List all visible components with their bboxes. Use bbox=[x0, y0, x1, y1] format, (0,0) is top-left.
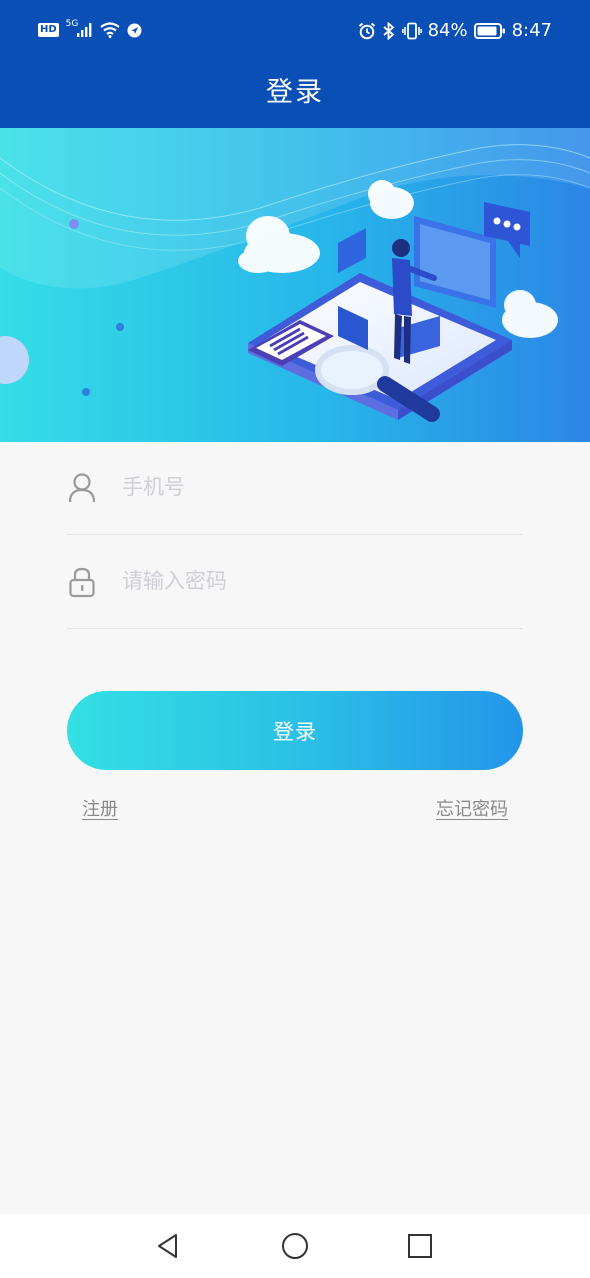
home-icon[interactable] bbox=[279, 1230, 311, 1262]
recents-icon[interactable] bbox=[404, 1230, 436, 1262]
login-button[interactable]: 登录 bbox=[67, 691, 523, 770]
wifi-icon bbox=[100, 22, 121, 38]
phone-input[interactable] bbox=[120, 466, 504, 508]
forgot-password-link[interactable]: 忘记密码 bbox=[436, 795, 508, 821]
status-right: 84% 8:47 bbox=[358, 20, 552, 41]
vibrate-icon bbox=[401, 22, 422, 39]
phone-field[interactable] bbox=[67, 442, 523, 535]
hero-image bbox=[0, 128, 590, 442]
app-header: HD 5G 84% 8:47 登录 bbox=[0, 0, 590, 128]
bluetooth-icon bbox=[382, 21, 394, 40]
user-icon bbox=[68, 473, 96, 503]
vpn-icon bbox=[127, 23, 142, 37]
password-field[interactable] bbox=[67, 536, 523, 629]
password-input[interactable] bbox=[120, 560, 504, 602]
battery-percent: 84% bbox=[427, 20, 468, 41]
lock-icon bbox=[69, 567, 95, 598]
battery-icon bbox=[473, 22, 505, 39]
alarm-icon bbox=[358, 22, 375, 39]
network-type-label: 5G bbox=[65, 18, 79, 29]
register-link[interactable]: 注册 bbox=[82, 795, 118, 821]
clock: 8:47 bbox=[511, 20, 552, 41]
system-nav-bar bbox=[0, 1214, 590, 1278]
page-title: 登录 bbox=[266, 77, 324, 108]
signal-icon bbox=[77, 23, 92, 37]
hd-icon: HD bbox=[38, 23, 59, 37]
status-left: HD 5G bbox=[38, 18, 142, 38]
hero-illustration bbox=[0, 128, 590, 442]
back-icon[interactable] bbox=[152, 1230, 184, 1262]
status-bar: HD 5G 84% 8:47 bbox=[0, 0, 590, 66]
